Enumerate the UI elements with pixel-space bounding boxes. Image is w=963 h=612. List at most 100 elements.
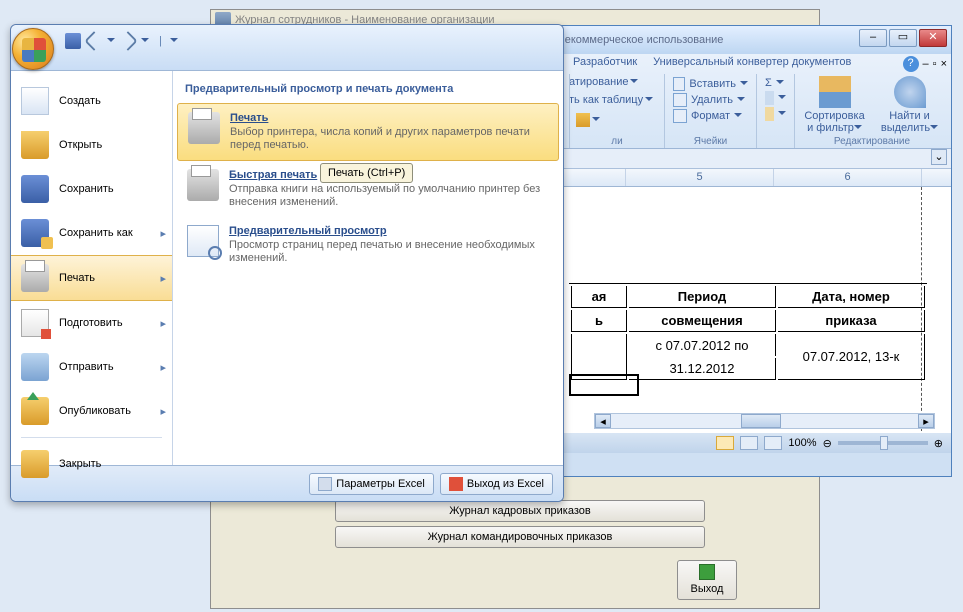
- office-button[interactable]: [12, 28, 54, 70]
- page-break-view-button[interactable]: [764, 436, 782, 450]
- editing-group: Сортировка и фильтр Найти и выделить Ред…: [794, 74, 949, 148]
- qat-save-button[interactable]: [65, 33, 81, 49]
- qat-customize-button[interactable]: [170, 38, 178, 44]
- menu-send[interactable]: Отправить▸: [11, 345, 172, 389]
- new-icon: [21, 87, 49, 115]
- menu-prepare[interactable]: Подготовить▸: [11, 301, 172, 345]
- zoom-slider[interactable]: [838, 441, 928, 445]
- print-icon: [188, 112, 220, 144]
- scroll-thumb[interactable]: [741, 414, 781, 428]
- find-select-button[interactable]: Найти и выделить: [876, 76, 943, 134]
- close-button[interactable]: ✕: [919, 29, 947, 47]
- minimize-button[interactable]: –: [859, 29, 887, 47]
- zoom-in-button[interactable]: ⊕: [934, 437, 943, 450]
- quick-print-icon: [187, 169, 219, 201]
- scroll-right-button[interactable]: ▸: [918, 414, 934, 428]
- zoom-out-button[interactable]: ⊖: [823, 437, 832, 450]
- chevron-down-icon[interactable]: [107, 38, 115, 44]
- maximize-button[interactable]: ▭: [889, 29, 917, 47]
- table-header: ь: [571, 310, 627, 332]
- chevron-down-icon: [740, 81, 748, 87]
- chevron-down-icon: [930, 125, 938, 131]
- chevron-down-icon: [778, 111, 786, 117]
- preview-icon: [187, 225, 219, 257]
- menu-print[interactable]: Печать▸: [11, 255, 172, 301]
- sort-filter-button[interactable]: Сортировка и фильтр: [801, 76, 868, 134]
- format-button[interactable]: Формат: [671, 108, 750, 124]
- print-icon: [21, 264, 49, 292]
- submenu-print[interactable]: ПечатьВыбор принтера, числа копий и друг…: [177, 103, 559, 161]
- doc-restore-button[interactable]: ▫: [933, 58, 937, 70]
- menu-new[interactable]: Создать: [11, 79, 172, 123]
- editing-group-label: Редактирование: [795, 136, 949, 147]
- submenu-preview-desc: Просмотр страниц перед печатью и внесени…: [229, 239, 549, 265]
- autosum-button[interactable]: Σ: [763, 76, 788, 90]
- help-icon[interactable]: ?: [903, 56, 919, 72]
- save-icon: [21, 175, 49, 203]
- prepare-icon: [21, 309, 49, 337]
- excel-options-button[interactable]: Параметры Excel: [309, 473, 434, 495]
- chevron-right-icon: ▸: [160, 361, 166, 374]
- chevron-down-icon: [592, 117, 600, 123]
- doc-close-button[interactable]: ×: [941, 58, 947, 70]
- menu-publish[interactable]: Опубликовать▸: [11, 389, 172, 433]
- sort-icon: [819, 76, 851, 108]
- exit-label: Выход: [691, 583, 724, 595]
- zoom-label: 100%: [788, 437, 816, 449]
- table-cell-period2[interactable]: 31.12.2012: [629, 358, 776, 380]
- sum-group: Σ: [756, 74, 794, 148]
- fill-icon: [765, 91, 774, 105]
- menu-save-as[interactable]: Сохранить как▸: [11, 211, 172, 255]
- chevron-right-icon: ▸: [160, 317, 166, 330]
- normal-view-button[interactable]: [716, 436, 734, 450]
- quick-access-toolbar: |: [65, 33, 178, 49]
- submenu-header: Предварительный просмотр и печать докуме…: [177, 79, 559, 103]
- chevron-down-icon: [776, 80, 784, 86]
- table-cell-date[interactable]: 07.07.2012, 13-к: [778, 334, 925, 380]
- window-controls: – ▭ ✕: [859, 29, 947, 47]
- col-header-5[interactable]: 5: [626, 169, 774, 186]
- styles-icon: [576, 113, 590, 127]
- qat-undo-button[interactable]: [84, 31, 104, 51]
- insert-button[interactable]: Вставить: [671, 76, 750, 92]
- exit-excel-button[interactable]: Выход из Excel: [440, 473, 553, 495]
- scroll-left-button[interactable]: ◂: [595, 414, 611, 428]
- clear-icon: [765, 107, 774, 121]
- horizontal-scrollbar[interactable]: ◂ ▸: [594, 413, 935, 429]
- fill-button[interactable]: [763, 90, 788, 106]
- doc-controls: ? – ▫ ×: [903, 56, 947, 72]
- chevron-right-icon: ▸: [160, 405, 166, 418]
- send-icon: [21, 353, 49, 381]
- options-icon: [318, 477, 332, 491]
- doc-minimize-button[interactable]: –: [923, 58, 929, 70]
- page-layout-view-button[interactable]: [740, 436, 758, 450]
- insert-icon: [673, 77, 685, 91]
- table-header-period2: совмещения: [629, 310, 776, 332]
- journal-hr-orders-button[interactable]: Журнал кадровых приказов: [335, 500, 705, 522]
- chevron-down-icon[interactable]: [141, 38, 149, 44]
- tab-developer[interactable]: Разработчик: [569, 54, 641, 72]
- formula-expand-button[interactable]: ⌄: [931, 149, 947, 165]
- journal-trip-orders-button[interactable]: Журнал командировочных приказов: [335, 526, 705, 548]
- journal-buttons: Журнал кадровых приказов Журнал командир…: [225, 500, 815, 552]
- tab-udc[interactable]: Универсальный конвертер документов: [649, 54, 855, 72]
- exit-button[interactable]: Выход: [677, 560, 737, 600]
- selected-cell[interactable]: [569, 374, 639, 396]
- submenu-preview[interactable]: Предварительный просмотрПросмотр страниц…: [177, 217, 559, 273]
- delete-button[interactable]: Удалить: [671, 92, 750, 108]
- menu-save[interactable]: Сохранить: [11, 167, 172, 211]
- col-header-6[interactable]: 6: [774, 169, 922, 186]
- table-cell-period[interactable]: с 07.07.2012 по: [629, 334, 776, 356]
- clear-button[interactable]: [763, 106, 788, 122]
- qat-redo-button[interactable]: [118, 31, 138, 51]
- cell-styles-dropdown[interactable]: [576, 113, 658, 127]
- submenu-print-desc: Выбор принтера, числа копий и других пар…: [230, 126, 548, 152]
- zoom-thumb[interactable]: [880, 436, 888, 450]
- styles-group: ли: [569, 74, 664, 148]
- menu-close[interactable]: Закрыть: [11, 442, 172, 486]
- menu-open[interactable]: Открыть: [11, 123, 172, 167]
- chevron-down-icon: [854, 125, 862, 131]
- office-menu-right: Предварительный просмотр и печать докуме…: [173, 71, 563, 465]
- styles-group-label: ли: [570, 136, 664, 147]
- delete-icon: [673, 93, 687, 107]
